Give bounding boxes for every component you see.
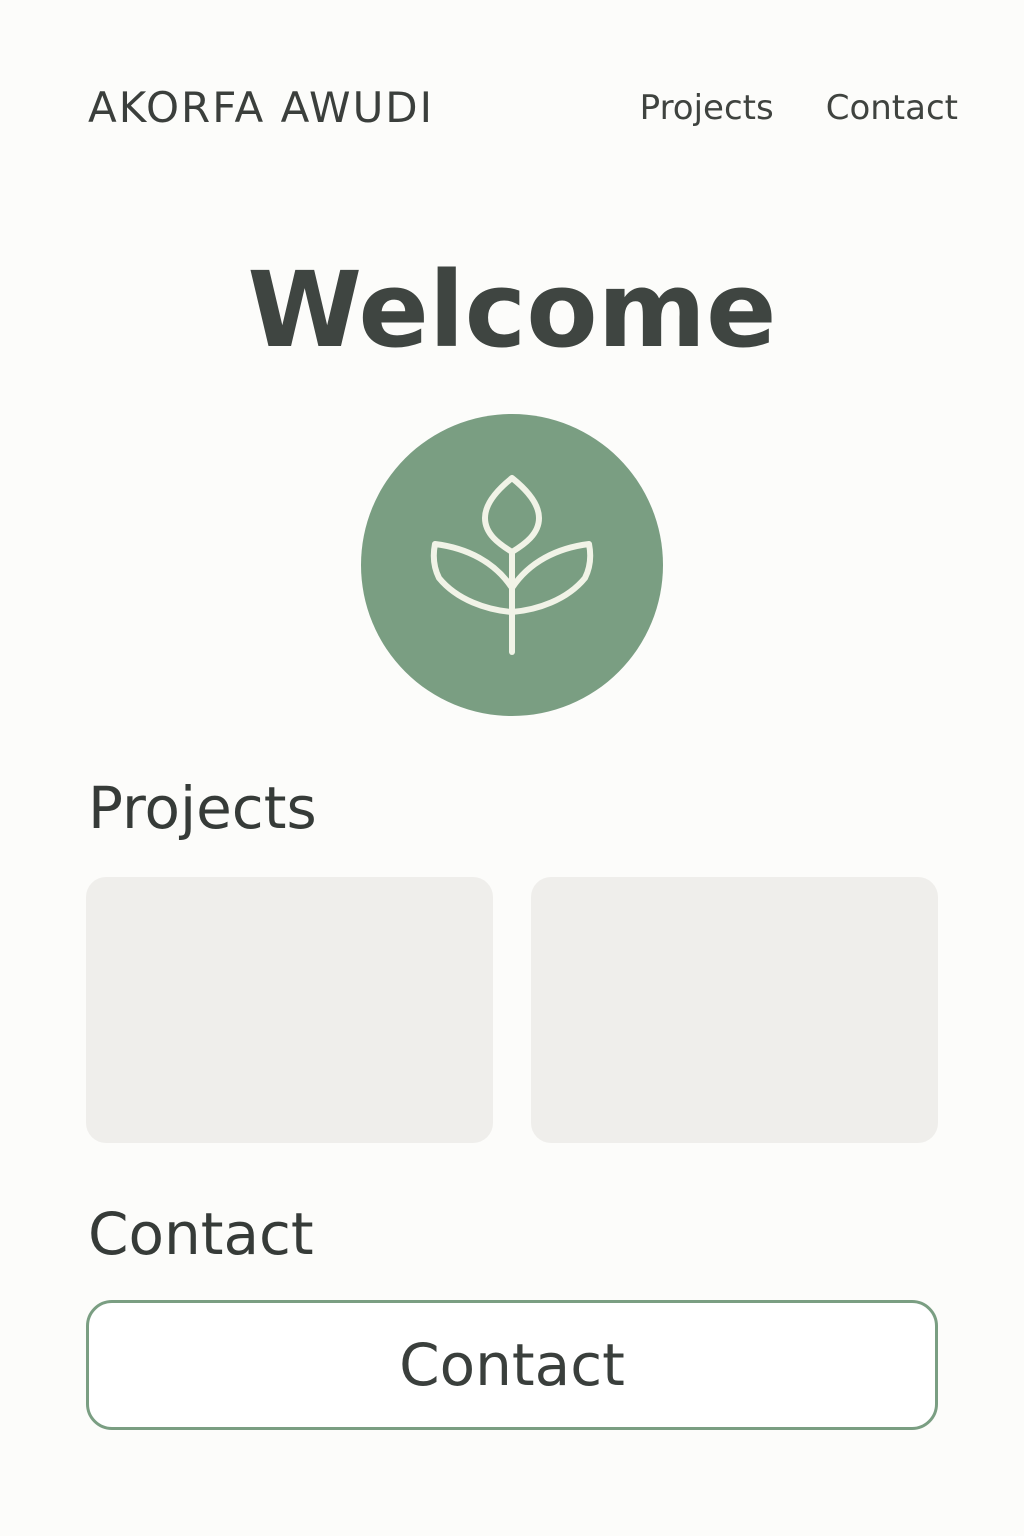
welcome-title: Welcome bbox=[247, 249, 777, 371]
main-nav: Projects Contact bbox=[640, 86, 958, 130]
nav-link-projects[interactable]: Projects bbox=[640, 86, 774, 130]
project-card-1[interactable] bbox=[86, 877, 493, 1143]
contact-button[interactable]: Contact bbox=[86, 1300, 938, 1430]
nav-link-contact[interactable]: Contact bbox=[826, 86, 958, 130]
projects-heading: Projects bbox=[88, 774, 317, 842]
brand-logo-text[interactable]: AKORFA AWUDI bbox=[88, 82, 434, 134]
project-card-2[interactable] bbox=[531, 877, 938, 1143]
sprout-icon bbox=[430, 475, 594, 655]
contact-heading: Contact bbox=[88, 1200, 314, 1268]
hero-emblem bbox=[361, 414, 663, 716]
site-header: AKORFA AWUDI Projects Contact bbox=[0, 0, 1024, 215]
